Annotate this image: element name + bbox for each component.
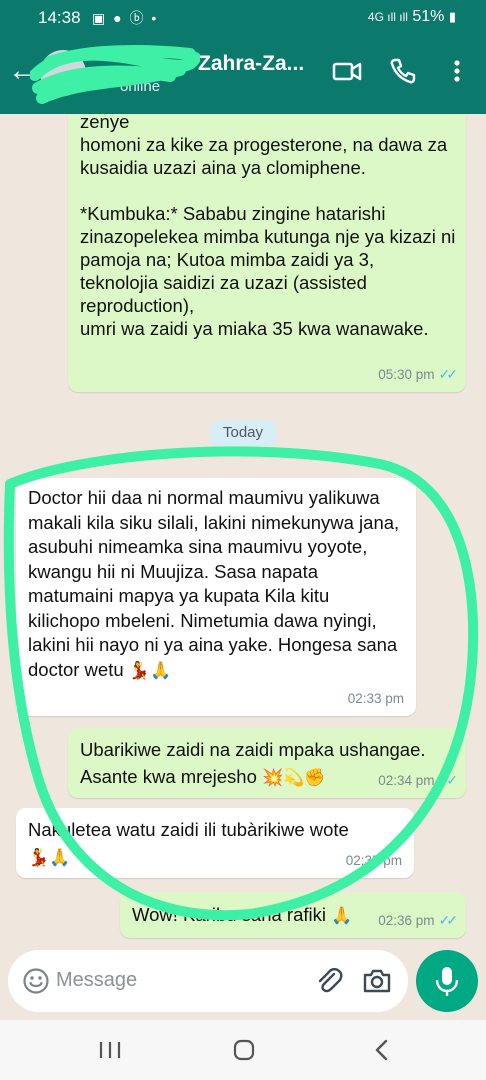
- message-time: 02:35 pm: [345, 853, 402, 868]
- mic-icon: [435, 967, 459, 996]
- status-right: 4G ıll ıll 51% ▮: [368, 8, 456, 26]
- day-separator: Today: [210, 420, 276, 446]
- video-call-icon[interactable]: [332, 56, 362, 86]
- avatar[interactable]: [40, 50, 86, 96]
- message-incoming[interactable]: Nakuletea watu zaidi ili tubàrikiwe wote…: [16, 808, 414, 878]
- message-text: zenye homoni za kike za progesterone, na…: [80, 114, 456, 339]
- message-meta: 05:30 pm ✓✓: [378, 363, 459, 386]
- message-meta: 02:33 pm: [348, 687, 404, 710]
- recent-apps-icon[interactable]: [90, 1036, 130, 1064]
- status-time: 14:38: [38, 8, 81, 27]
- home-icon[interactable]: [224, 1036, 264, 1064]
- back-icon[interactable]: [362, 1036, 402, 1064]
- message-body: Doctor hii daa ni normal maumivu yalikuw…: [28, 486, 402, 683]
- message-text: Nakuletea watu zaidi ili tubàrikiwe wote: [28, 819, 349, 840]
- phone-icon[interactable]: [388, 56, 418, 86]
- back-arrow-icon[interactable]: ←: [8, 56, 38, 86]
- message-emoji: 💥💫✊: [262, 768, 326, 787]
- message-text: Ubarikiwe zaidi na zaidi mpaka ushangae.…: [80, 739, 426, 787]
- read-ticks-icon: ✓✓: [438, 772, 459, 788]
- notification-icons: ▣ ● ⓑ •: [92, 10, 159, 26]
- message-meta: 02:34 pm ✓✓: [378, 769, 459, 792]
- system-navigation-bar: [0, 1020, 486, 1080]
- message-outgoing[interactable]: zenye homoni za kike za progesterone, na…: [68, 114, 466, 392]
- chat-area[interactable]: zenye homoni za kike za progesterone, na…: [0, 114, 486, 944]
- read-ticks-icon: ✓✓: [438, 366, 459, 382]
- message-incoming[interactable]: Doctor hii daa ni normal maumivu yalikuw…: [16, 478, 416, 716]
- chat-header: ← Zahra-Za... online: [0, 34, 486, 114]
- emoji-icon[interactable]: [22, 967, 50, 995]
- message-meta: 02:36 pm ✓✓: [378, 909, 459, 932]
- more-options-icon[interactable]: [442, 56, 472, 86]
- message-time: 02:34 pm: [378, 773, 435, 788]
- camera-icon[interactable]: [362, 967, 392, 995]
- contact-status: online: [120, 78, 161, 95]
- message-text: Doctor hii daa ni normal maumivu yalikuw…: [28, 487, 400, 680]
- message-time: 02:33 pm: [347, 691, 404, 706]
- message-emoji: 💃🙏: [128, 660, 172, 680]
- contact-name[interactable]: Zahra-Za...: [198, 52, 304, 76]
- message-time: 05:30 pm: [378, 367, 435, 382]
- message-body: Wow! Karibu sana rafiki 🙏: [132, 903, 352, 927]
- battery-level: 51%: [412, 8, 445, 25]
- message-body: Nakuletea watu zaidi ili tubàrikiwe wote…: [28, 816, 368, 871]
- message-emoji: 💃🙏: [28, 848, 71, 867]
- network-indicator: 4G ıll ıll: [367, 10, 408, 24]
- message-composer[interactable]: Message: [8, 950, 408, 1012]
- message-text: Wow! Karibu sana rafiki: [132, 904, 326, 925]
- attach-icon[interactable]: [314, 966, 344, 996]
- read-ticks-icon: ✓✓: [438, 912, 459, 928]
- message-emoji: 🙏: [331, 906, 353, 925]
- mic-button[interactable]: [416, 950, 478, 1012]
- message-outgoing[interactable]: Wow! Karibu sana rafiki 🙏 02:36 pm ✓✓: [120, 892, 466, 938]
- message-meta: 02:35 pm: [346, 849, 402, 872]
- message-outgoing[interactable]: Ubarikiwe zaidi na zaidi mpaka ushangae.…: [68, 728, 466, 798]
- status-bar: 14:38 ▣ ● ⓑ • 4G ıll ıll 51% ▮: [0, 0, 486, 34]
- message-input[interactable]: Message: [56, 969, 137, 992]
- message-time: 02:36 pm: [378, 913, 435, 928]
- battery-icon: ▮: [448, 9, 456, 24]
